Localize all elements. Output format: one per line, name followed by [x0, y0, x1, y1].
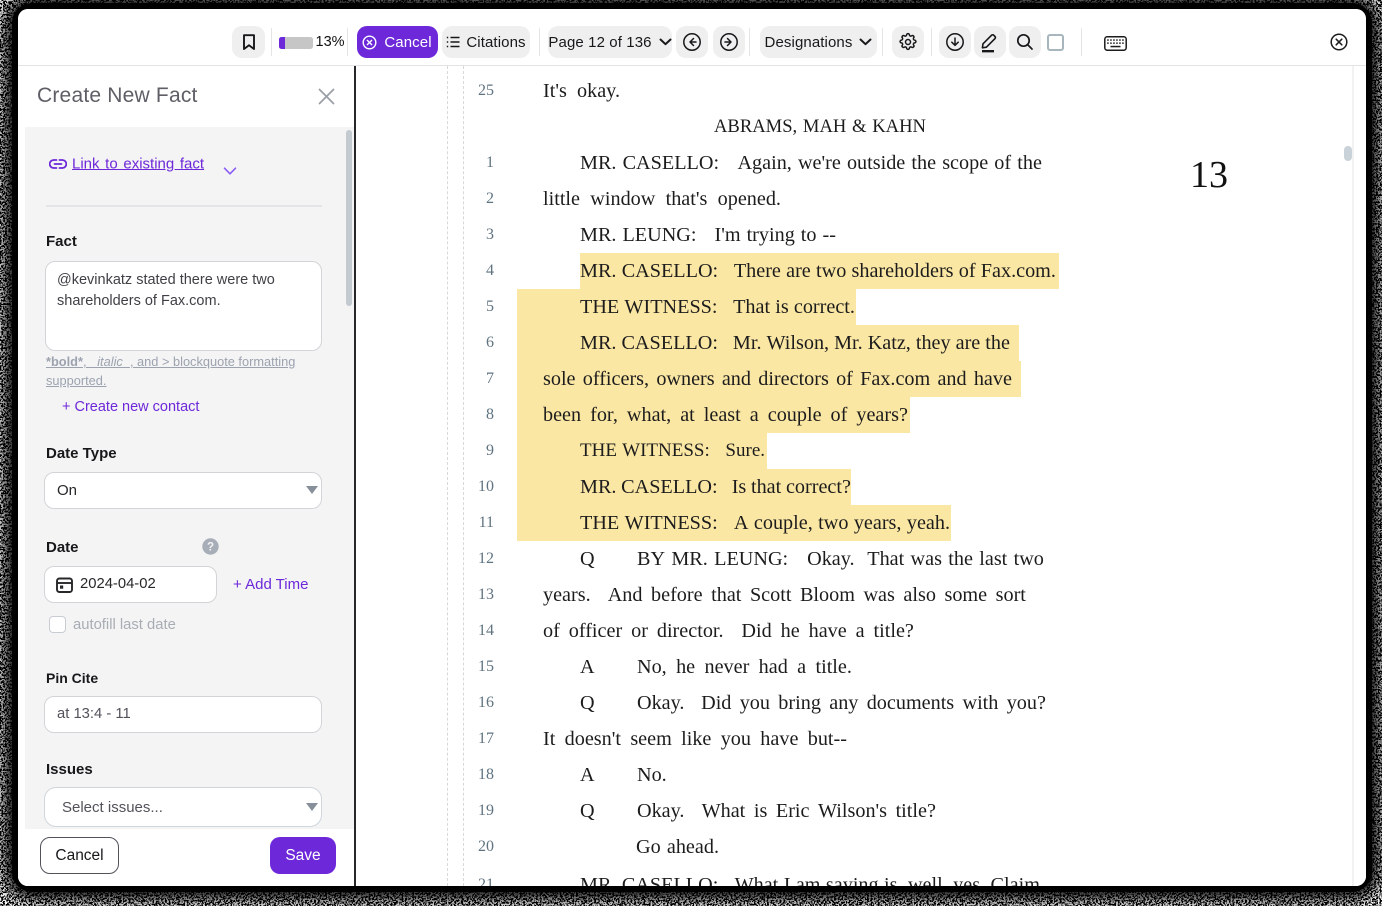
svg-text:?: ? — [207, 542, 214, 554]
